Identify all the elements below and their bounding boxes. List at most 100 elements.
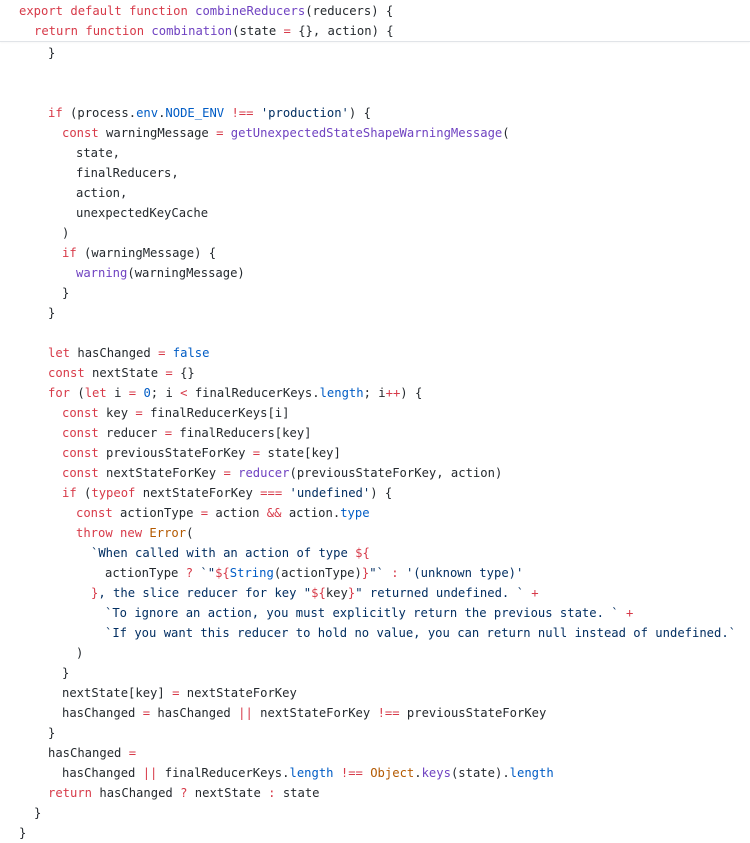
code-token: length	[289, 766, 334, 780]
code-line: if (process.env.NODE_ENV !== 'production…	[48, 103, 371, 123]
code-line: const warningMessage = getUnexpectedStat…	[62, 123, 510, 143]
code-line: action,	[76, 183, 127, 203]
code-line: `To ignore an action, you must explicitl…	[105, 603, 633, 623]
code-line: const reducer = finalReducers[key]	[62, 423, 312, 443]
code-token: (process.	[70, 106, 137, 120]
code-line: `If you want this reducer to hold no val…	[105, 623, 736, 643]
code-token: (	[186, 526, 194, 540]
code-token: =	[223, 466, 231, 480]
code-token: finalReducers,	[76, 166, 179, 180]
code-token: state	[275, 786, 320, 800]
code-line: )	[76, 643, 83, 663]
code-token: (previousStateForKey, action)	[289, 466, 503, 480]
code-token: previousStateForKey	[106, 446, 253, 460]
code-line: `When called with an action of type ${	[91, 543, 370, 563]
code-token: NODE_ENV	[165, 106, 225, 120]
code-token: action.	[281, 506, 341, 520]
code-token: Object	[370, 766, 415, 780]
code-token: `"	[200, 566, 216, 580]
code-token: }	[62, 666, 70, 680]
code-token: unexpectedKeyCache	[76, 206, 209, 220]
code-token: :	[391, 566, 399, 580]
code-token: }	[48, 306, 56, 320]
code-token: action,	[76, 186, 128, 200]
code-token: hasChanged	[99, 786, 181, 800]
code-token: (	[77, 386, 85, 400]
code-token: hasChanged	[62, 706, 143, 720]
code-token: hasChanged	[150, 706, 239, 720]
code-token: (state	[232, 24, 284, 38]
code-line: }	[62, 663, 69, 683]
code-token: nextState	[92, 366, 166, 380]
code-token: for	[48, 386, 78, 400]
code-token: const	[76, 506, 121, 520]
code-token: nextStateForKey	[252, 706, 378, 720]
code-token: typeof	[91, 486, 143, 500]
code-token: 0	[143, 386, 151, 400]
code-token: reducer	[238, 466, 290, 480]
code-token: (actionType)	[273, 566, 362, 580]
code-token: !==	[231, 106, 254, 120]
code-token: !==	[340, 766, 363, 780]
code-line: warning(warningMessage)	[76, 263, 245, 283]
code-token: hasChanged	[62, 766, 143, 780]
code-token: combineReducers	[195, 4, 306, 18]
code-token: ||	[142, 766, 158, 780]
code-line: }	[48, 43, 55, 63]
code-token: warningMessage	[106, 126, 217, 140]
code-line: const actionType = action && action.type	[76, 503, 370, 523]
code-token: return	[34, 24, 86, 38]
code-token: finalReducerKeys.	[187, 386, 320, 400]
code-token: `To ignore an action, you must explicitl…	[105, 606, 619, 620]
code-token: finalReducerKeys.	[157, 766, 290, 780]
code-token: nextStateForKey	[179, 686, 297, 700]
code-token: const	[62, 466, 107, 480]
code-token: (state).	[450, 766, 510, 780]
code-token: action	[208, 506, 267, 520]
code-token: ?	[185, 566, 194, 580]
code-line: actionType ? `"${String(actionType)}"` :…	[105, 563, 523, 583]
code-token: export	[19, 4, 71, 18]
code-line: if (warningMessage) {	[62, 243, 216, 263]
code-token: !==	[377, 706, 400, 720]
code-line: hasChanged =	[48, 743, 136, 763]
code-token: Error	[149, 526, 187, 540]
code-token: const	[48, 366, 93, 380]
code-token: key	[325, 586, 348, 600]
code-token: let	[48, 346, 78, 360]
code-token: function	[85, 24, 152, 38]
code-token: &&	[266, 506, 282, 520]
code-line: const key = finalReducerKeys[i]	[62, 403, 289, 423]
code-token: actionType	[105, 566, 186, 580]
code-line: hasChanged || finalReducerKeys.length !=…	[62, 763, 554, 783]
code-line: state,	[76, 143, 120, 163]
code-token: previousStateForKey	[399, 706, 547, 720]
code-token: finalReducers[key]	[172, 426, 312, 440]
sticky-scope-header: export default function combineReducers(…	[0, 0, 750, 42]
code-token: }	[48, 46, 56, 60]
code-token: let	[84, 386, 115, 400]
code-line: }	[19, 823, 26, 843]
code-token: nextStateForKey	[106, 466, 224, 480]
code-line: for (let i = 0; i < finalReducerKeys.len…	[48, 383, 422, 403]
code-token: state[key]	[260, 446, 341, 460]
code-token: reducer	[106, 426, 165, 440]
code-token: finalReducerKeys[i]	[142, 406, 290, 420]
code-token: env	[136, 106, 159, 120]
code-token: false	[172, 346, 210, 360]
code-token: )	[76, 646, 84, 660]
code-token: =	[142, 706, 151, 720]
code-token: nextState	[187, 786, 269, 800]
code-token: (warningMessage)	[127, 266, 245, 280]
code-token: ) {	[400, 386, 423, 400]
code-token: combination	[151, 24, 233, 38]
code-line: nextState[key] = nextStateForKey	[62, 683, 297, 703]
code-token: actionType	[120, 506, 201, 520]
code-token: ${	[355, 546, 370, 560]
code-token: =	[135, 406, 143, 420]
code-line: if (typeof nextStateForKey === 'undefine…	[62, 483, 392, 503]
code-token: warning	[76, 266, 128, 280]
